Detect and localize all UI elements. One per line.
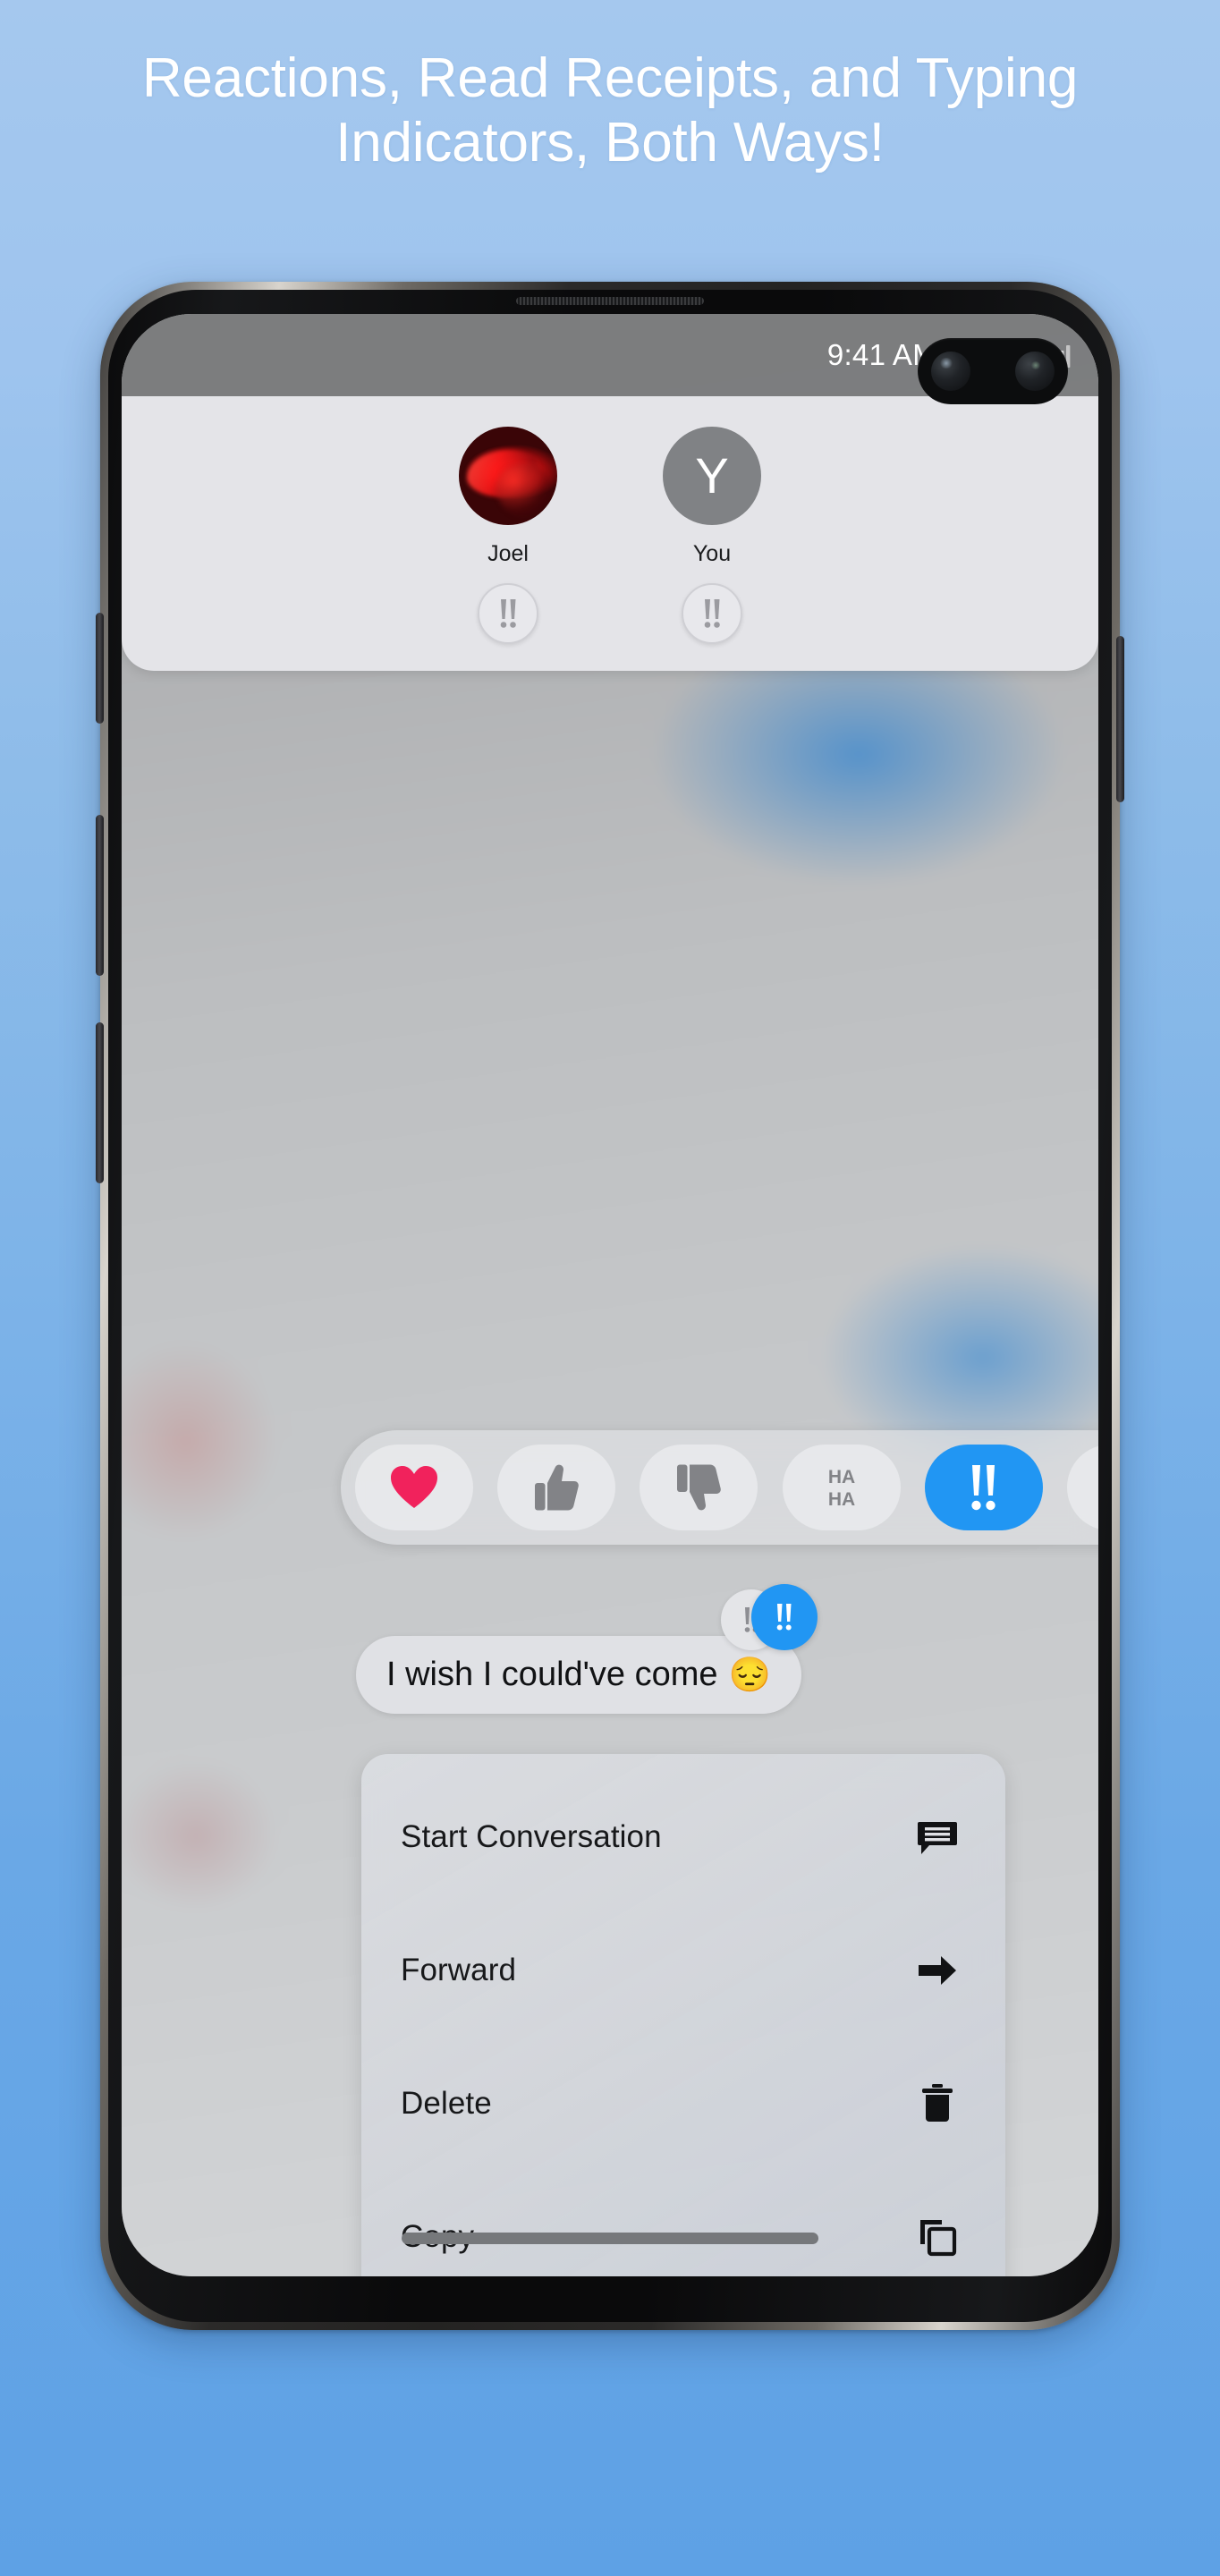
- svg-text:HA: HA: [827, 1489, 854, 1510]
- person-name: Joel: [487, 541, 529, 566]
- message-emoji: 😔: [728, 1656, 771, 1694]
- front-camera-lens-1: [931, 352, 970, 391]
- reaction-double-exclamation[interactable]: [924, 1445, 1043, 1530]
- double-exclamation-icon: [971, 1465, 995, 1511]
- home-indicator[interactable]: [402, 2233, 818, 2244]
- phone-volume-up-button[interactable]: [96, 815, 104, 976]
- trash-icon: [912, 2083, 962, 2124]
- headline-line-1: Reactions, Read Receipts, and Typing: [141, 47, 1079, 109]
- reaction-haha[interactable]: HA HA: [782, 1445, 901, 1530]
- reaction-thumbs-down[interactable]: [640, 1445, 758, 1530]
- menu-item-label: Start Conversation: [401, 1818, 662, 1854]
- punch-hole-camera: [918, 338, 1068, 404]
- phone-mockup: 9:41 AM Joel Y You HA HA I wish I could'…: [96, 282, 1124, 2330]
- thumbs-down-icon: [677, 1464, 722, 1511]
- phone-side-button-top-left[interactable]: [96, 613, 104, 724]
- menu-item-delete[interactable]: Delete: [361, 2037, 1005, 2170]
- double-exclamation-icon: [704, 599, 720, 628]
- menu-item-label: Delete: [401, 2085, 492, 2121]
- thumbs-up-icon: [535, 1464, 580, 1511]
- message-text: I wish I could've come: [386, 1656, 718, 1693]
- phone-earpiece: [516, 297, 704, 305]
- chat-bubble-icon: [912, 1818, 962, 1856]
- phone-volume-down-button[interactable]: [96, 1022, 104, 1183]
- reaction-thumbs-up[interactable]: [497, 1445, 616, 1530]
- reaction-chip-double-exclamation[interactable]: [478, 583, 538, 644]
- message-reaction-badge-new[interactable]: [750, 1584, 818, 1650]
- person-joel[interactable]: Joel: [459, 427, 557, 644]
- menu-item-copy[interactable]: Copy: [361, 2170, 1005, 2276]
- phone-screen: 9:41 AM Joel Y You HA HA I wish I could'…: [122, 314, 1098, 2276]
- menu-item-forward[interactable]: Forward: [361, 1903, 1005, 2037]
- page-headline: Reactions, Read Receipts, and Typing Ind…: [0, 47, 1220, 175]
- heart-icon: [391, 1466, 437, 1508]
- svg-text:HA: HA: [827, 1467, 854, 1487]
- double-exclamation-icon: [500, 599, 516, 628]
- double-exclamation-icon: [776, 1604, 792, 1631]
- front-camera-lens-2: [1015, 352, 1055, 391]
- menu-item-label: Forward: [401, 1952, 517, 1987]
- reaction-chip-double-exclamation[interactable]: [682, 583, 742, 644]
- typing-indicator-card: Joel Y You: [122, 396, 1098, 671]
- avatar[interactable]: Y: [663, 427, 761, 525]
- message-row: I wish I could've come 😔: [356, 1584, 818, 1714]
- copy-icon: [912, 2217, 962, 2257]
- phone-power-button[interactable]: [1116, 636, 1124, 802]
- message-bubble[interactable]: I wish I could've come 😔: [356, 1636, 801, 1714]
- reaction-heart[interactable]: [355, 1445, 473, 1530]
- person-name: You: [692, 541, 732, 566]
- message-context-menu: Start Conversation Forward Delete: [361, 1754, 1005, 2276]
- reaction-question[interactable]: ?: [1066, 1445, 1098, 1530]
- reaction-picker-bar: HA HA ?: [341, 1430, 1098, 1545]
- menu-item-start-conversation[interactable]: Start Conversation: [361, 1770, 1005, 1903]
- avatar[interactable]: [459, 427, 557, 525]
- arrow-right-icon: [912, 1953, 962, 1987]
- headline-line-2: Indicators, Both Ways!: [335, 111, 885, 174]
- person-you[interactable]: Y You: [663, 427, 761, 644]
- haha-icon: HA HA: [827, 1467, 854, 1510]
